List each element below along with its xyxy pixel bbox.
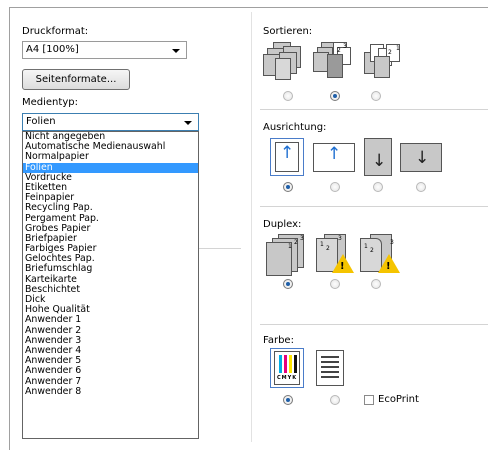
list-item[interactable]: Anwender 8 (23, 386, 198, 397)
orientation-portrait-up-icon[interactable]: ↑ (270, 138, 304, 176)
duplex-off-icon[interactable]: 2 3 1 (266, 234, 310, 276)
chevron-down-icon (172, 49, 180, 53)
arrow-down-icon: ↓ (415, 148, 430, 168)
sortieren-label: Sortieren: (263, 26, 313, 37)
divider (260, 206, 488, 207)
ecoprint-label: EcoPrint (378, 394, 419, 405)
column-divider (251, 12, 252, 442)
duplex-radio-3[interactable] (371, 279, 381, 289)
list-item[interactable]: Beschichtet (23, 284, 198, 295)
cmyk-label: CMYK (277, 375, 298, 381)
sortieren-radio-1[interactable] (283, 91, 293, 101)
sortieren-radio-2[interactable] (330, 91, 340, 101)
divider (199, 248, 241, 249)
color-grayscale-icon[interactable] (316, 350, 344, 386)
druckformat-label: Druckformat: (22, 26, 89, 37)
ausrichtung-label: Ausrichtung: (263, 122, 327, 133)
duplex-label: Duplex: (263, 219, 302, 230)
divider (260, 324, 488, 325)
orientation-landscape-down-icon[interactable]: ↓ (400, 143, 442, 172)
duplex-short-edge-icon[interactable]: 1 2 3 ! (360, 234, 402, 276)
duplex-radio-1[interactable] (283, 279, 293, 289)
sort-group-icon[interactable]: 2 1 (360, 42, 406, 86)
duplex-radio-2[interactable] (330, 279, 340, 289)
arrow-up-icon: ↑ (280, 143, 295, 163)
ausrichtung-radio-2[interactable] (330, 182, 340, 192)
orientation-portrait-down-icon[interactable]: ↓ (364, 138, 392, 176)
ausrichtung-radio-4[interactable] (416, 182, 426, 192)
divider (260, 109, 488, 110)
sortieren-radio-3[interactable] (371, 91, 381, 101)
farbe-radio-1[interactable] (283, 395, 293, 405)
medientyp-label: Medientyp: (22, 97, 78, 108)
medientyp-value: Folien (26, 116, 56, 127)
ecoprint-checkbox[interactable] (364, 395, 374, 405)
arrow-up-icon: ↑ (327, 144, 342, 164)
seitenformate-button[interactable]: Seitenformate... (22, 69, 130, 90)
ausrichtung-radio-3[interactable] (373, 182, 383, 192)
farbe-radio-2[interactable] (330, 395, 340, 405)
warning-mark: ! (386, 261, 391, 272)
warning-mark: ! (340, 261, 345, 272)
ausrichtung-radio-1[interactable] (283, 182, 293, 192)
list-item[interactable]: Recycling Pap. (23, 203, 198, 213)
orientation-landscape-up-icon[interactable]: ↑ (313, 143, 355, 172)
list-item[interactable]: Anwender 6 (23, 366, 198, 376)
arrow-down-icon: ↓ (372, 151, 387, 171)
sort-collate-icon[interactable]: 2 3 (313, 42, 359, 86)
medientyp-dropdown-list[interactable]: Nicht angegeben Automatische Medienauswa… (22, 131, 199, 439)
druckformat-combo[interactable]: A4 [100%] (22, 41, 187, 59)
chevron-down-icon (184, 121, 192, 125)
duplex-long-edge-icon[interactable]: 1 2 3 ! (316, 234, 356, 276)
farbe-label: Farbe: (263, 335, 294, 346)
druckformat-value: A4 [100%] (26, 44, 79, 55)
medientyp-combo[interactable]: Folien (22, 113, 199, 131)
sort-off-icon[interactable] (263, 42, 305, 86)
color-cmyk-icon[interactable]: CMYK (270, 348, 304, 388)
